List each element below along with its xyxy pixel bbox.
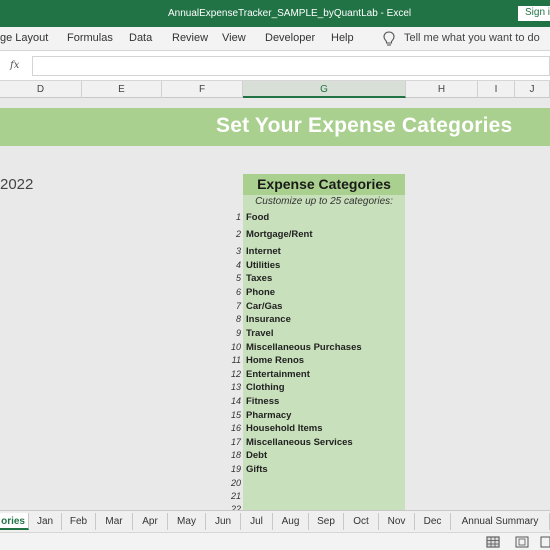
sheet-tab-categories[interactable]: ories [0, 513, 29, 530]
category-cell[interactable]: Food [246, 212, 269, 223]
sheet-tab-aug[interactable]: Aug [273, 513, 309, 530]
category-cell[interactable]: Debt [246, 450, 267, 461]
category-cell[interactable]: Utilities [246, 260, 280, 271]
page-break-icon[interactable] [540, 536, 550, 548]
sheet-tab-apr[interactable]: Apr [133, 513, 168, 530]
tab-review[interactable]: Review [172, 32, 208, 44]
category-cell[interactable]: Entertainment [246, 369, 310, 380]
row-number: 20 [230, 478, 241, 488]
column-header-g[interactable]: G [243, 81, 406, 98]
category-cell[interactable]: Mortgage/Rent [246, 229, 313, 240]
sheet-tab-mar[interactable]: Mar [96, 513, 133, 530]
row-number: 8 [235, 314, 241, 324]
categories-header: Expense Categories [243, 174, 405, 195]
sheet-tab-feb[interactable]: Feb [62, 513, 96, 530]
category-cell[interactable]: Insurance [246, 314, 291, 325]
tab-data[interactable]: Data [129, 32, 152, 44]
category-cell[interactable]: Clothing [246, 382, 285, 393]
column-header-e[interactable]: E [82, 81, 162, 98]
row-number: 16 [230, 423, 241, 433]
category-cell[interactable]: Car/Gas [246, 301, 282, 312]
normal-view-icon[interactable] [486, 536, 500, 548]
sheet-tab-may[interactable]: May [168, 513, 206, 530]
row-number: 17 [230, 437, 241, 447]
sheet-tab-jul[interactable]: Jul [241, 513, 273, 530]
categories-subtitle: Customize up to 25 categories: [255, 196, 393, 207]
category-cell[interactable]: Pharmacy [246, 410, 291, 421]
category-cell[interactable]: Miscellaneous Services [246, 437, 353, 448]
category-cell[interactable]: Internet [246, 246, 281, 257]
column-headers: D E F G H I J [0, 81, 550, 98]
column-header-j[interactable]: J [515, 81, 550, 98]
row-number: 5 [235, 273, 241, 283]
tell-me-label: Tell me what you want to do [404, 32, 540, 44]
tab-view[interactable]: View [222, 32, 246, 44]
column-header-i[interactable]: I [478, 81, 515, 98]
category-cell[interactable]: Household Items [246, 423, 323, 434]
sheet-tab-oct[interactable]: Oct [344, 513, 379, 530]
tab-page-layout[interactable]: ge Layout [0, 32, 48, 44]
sheet-tab-sep[interactable]: Sep [309, 513, 344, 530]
row-number: 21 [230, 491, 241, 501]
row-number: 15 [230, 410, 241, 420]
tab-developer[interactable]: Developer [265, 32, 315, 44]
category-cell[interactable]: Home Renos [246, 355, 304, 366]
row-number: 12 [230, 369, 241, 379]
row-number: 7 [235, 301, 241, 311]
year-cell[interactable]: 2022 [0, 176, 33, 193]
sheet-tab-annual-summary[interactable]: Annual Summary [451, 513, 550, 530]
row-number: 2 [235, 229, 241, 239]
sheet-tab-dec[interactable]: Dec [415, 513, 451, 530]
row-number: 3 [235, 246, 241, 256]
page-layout-icon[interactable] [515, 536, 529, 548]
category-cell[interactable]: Travel [246, 328, 273, 339]
row-number: 19 [230, 464, 241, 474]
worksheet-grid[interactable]: Set Your Expense Categories 2022 Expense… [0, 98, 550, 510]
row-number: 18 [230, 450, 241, 460]
row-number: 1 [235, 212, 241, 222]
formula-bar: fx [0, 51, 550, 81]
category-cell[interactable]: Fitness [246, 396, 279, 407]
category-cell[interactable]: Miscellaneous Purchases [246, 342, 362, 353]
formula-input[interactable] [32, 56, 550, 76]
tab-help[interactable]: Help [331, 32, 354, 44]
tab-formulas[interactable]: Formulas [67, 32, 113, 44]
row-number: 6 [235, 287, 241, 297]
title-banner: Set Your Expense Categories [0, 108, 550, 146]
sheet-tab-jan[interactable]: Jan [29, 513, 62, 530]
title-bar: AnnualExpenseTracker_SAMPLE_byQuantLab -… [0, 0, 550, 27]
column-header-h[interactable]: H [406, 81, 478, 98]
sheet-tab-nov[interactable]: Nov [379, 513, 415, 530]
row-number: 14 [230, 396, 241, 406]
category-cell[interactable]: Gifts [246, 464, 268, 475]
sign-in-button[interactable]: Sign in [518, 6, 550, 21]
row-number: 9 [235, 328, 241, 338]
category-cell[interactable]: Taxes [246, 273, 272, 284]
column-header-d[interactable]: D [0, 81, 82, 98]
sheet-tab-jun[interactable]: Jun [206, 513, 241, 530]
window-title: AnnualExpenseTracker_SAMPLE_byQuantLab -… [168, 8, 412, 19]
row-number: 13 [230, 382, 241, 392]
row-number: 10 [230, 342, 241, 352]
lightbulb-icon [383, 31, 395, 46]
ribbon-tabs: ge Layout Formulas Data Review View Deve… [0, 27, 550, 51]
sheet-title: Set Your Expense Categories [216, 114, 513, 137]
status-bar [0, 532, 550, 550]
row-number: 4 [235, 260, 241, 270]
row-number: 11 [231, 355, 241, 365]
category-cell[interactable]: Phone [246, 287, 275, 298]
fx-icon[interactable]: fx [10, 60, 19, 71]
column-header-f[interactable]: F [162, 81, 243, 98]
sheet-tabs-bar: ories Jan Feb Mar Apr May Jun Jul Aug Se… [0, 510, 550, 532]
